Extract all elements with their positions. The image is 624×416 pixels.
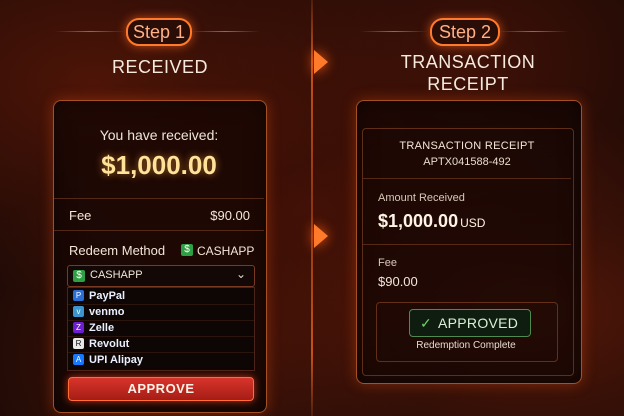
approved-status-label: APPROVED (438, 315, 519, 331)
redemption-complete-text: Redemption Complete (416, 340, 516, 351)
receipt-id: APTX041588-492 (423, 156, 511, 168)
fee-value: $90.00 (210, 208, 250, 223)
option-label: venmo (89, 306, 125, 318)
select-value: CASHAPP (90, 269, 143, 281)
redeem-method-value: CASHAPP (197, 244, 255, 258)
step-2-title-line1: TRANSACTION (400, 52, 536, 72)
zelle-icon: Z (73, 322, 84, 333)
option-zelle[interactable]: Z Zelle (68, 320, 254, 337)
next-step-arrow-icon (314, 224, 328, 248)
divider (54, 198, 264, 199)
step-2-badge: Step 2 (430, 18, 500, 46)
option-label: PayPal (89, 290, 126, 302)
received-label: You have received: (99, 127, 219, 143)
option-label: UPI Alipay (89, 354, 143, 366)
fee-label: Fee (69, 208, 92, 223)
cashapp-icon: $ (181, 244, 193, 256)
receipt-heading: TRANSACTION RECEIPT (399, 140, 535, 152)
option-venmo[interactable]: v venmo (68, 304, 254, 321)
redeem-options-list: P PayPal v venmo Z Zelle R Revolut A UPI… (67, 287, 255, 371)
step-1-line-right (190, 31, 260, 32)
amount-received-label: Amount Received (378, 192, 465, 204)
option-revolut[interactable]: R Revolut (68, 336, 254, 353)
checkmark-icon: ✓ (420, 315, 433, 331)
currency-label: USD (460, 216, 486, 230)
paypal-icon: P (73, 290, 84, 301)
venmo-icon: v (73, 306, 84, 317)
receipt-fee-value: $90.00 (378, 274, 418, 289)
option-upi-alipay[interactable]: A UPI Alipay (68, 352, 254, 368)
cashapp-icon: $ (73, 270, 85, 282)
divider (54, 230, 264, 231)
step-2-line-right (498, 31, 568, 32)
step-1-badge: Step 1 (126, 18, 192, 46)
amount-value: $1,000.00 (378, 211, 459, 231)
divider (363, 178, 571, 179)
amount-received-value: $1,000.00 USD (378, 211, 485, 232)
received-amount: $1,000.00 (101, 150, 217, 180)
chevron-down-icon: ⌄ (236, 267, 247, 281)
approved-status-badge: ✓ APPROVED (409, 309, 531, 337)
option-label: Revolut (89, 338, 130, 350)
step-divider (311, 0, 313, 416)
next-step-arrow-icon (314, 50, 328, 74)
alipay-icon: A (73, 354, 84, 365)
step-2-title-line2: RECEIPT (427, 74, 509, 94)
divider (363, 244, 571, 245)
step-1-line-left (55, 31, 125, 32)
step-2-line-left (360, 31, 428, 32)
option-label: Zelle (89, 322, 115, 334)
redeem-method-select[interactable]: $ CASHAPP ⌄ (67, 265, 255, 287)
receipt-fee-label: Fee (378, 257, 397, 269)
option-paypal[interactable]: P PayPal (68, 288, 254, 305)
approve-button[interactable]: APPROVE (68, 377, 254, 401)
revolut-icon: R (73, 338, 84, 349)
step-1-title: RECEIVED (111, 57, 209, 77)
redeem-method-label: Redeem Method (69, 243, 166, 258)
